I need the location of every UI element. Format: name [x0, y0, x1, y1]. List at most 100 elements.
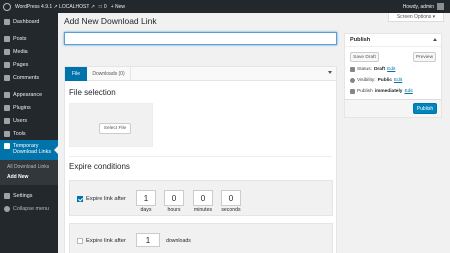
sidebar-item-posts[interactable]: Posts — [0, 32, 58, 45]
sidebar-item-label: Dashboard — [13, 18, 40, 25]
settings-icon — [4, 192, 10, 199]
sidebar-item-media[interactable]: Media — [0, 45, 58, 58]
site-name-link[interactable]: WordPress 4.9.1 ↗ LOCALHOST ↗ — [15, 4, 95, 10]
minutes-input[interactable]: 0 — [193, 190, 213, 206]
screen-options-label: Screen Options ▾ — [396, 14, 436, 20]
eye-icon — [350, 78, 355, 83]
chevron-up-icon[interactable] — [433, 38, 437, 41]
sidebar-item-label: Users — [13, 117, 28, 124]
plug-icon — [4, 104, 10, 111]
sidebar-item-label: Settings — [13, 192, 33, 199]
screen-options-button[interactable]: Screen Options ▾ — [388, 13, 444, 22]
sidebar-submenu: All Download Links Add New — [0, 160, 58, 185]
collapse-icon — [4, 205, 10, 212]
status-label: Status: — [357, 67, 372, 72]
comments-link[interactable]: □ 0 — [99, 4, 107, 10]
media-icon — [4, 48, 10, 55]
publish-time-label: Publish — [357, 89, 373, 94]
publish-time-line: Publish immediately Edit — [350, 89, 413, 94]
comment-bubble-icon: □ — [98, 3, 102, 10]
wrench-icon — [4, 130, 10, 137]
new-label: + New — [110, 3, 126, 10]
minutes-unit: minutes — [193, 207, 213, 213]
user-icon — [4, 117, 10, 124]
seconds-unit: seconds — [221, 207, 241, 213]
visibility-label: Visibility: — [357, 78, 376, 83]
download-link-panel: File Downloads (0) File selection Select… — [64, 66, 337, 253]
expire-time-row: Expire link after 1 0 0 0 days hours min… — [69, 180, 333, 216]
status-value: Draft — [373, 67, 386, 72]
publish-box-header[interactable]: Publish — [345, 34, 441, 47]
admin-sidebar: Dashboard Posts Media Pages Comments App… — [0, 13, 58, 253]
dashboard-icon — [4, 18, 10, 25]
tab-file[interactable]: File — [65, 67, 87, 81]
publish-time-value: immediately — [374, 89, 403, 94]
sidebar-item-label: Appearance — [13, 91, 43, 98]
hours-input[interactable]: 0 — [164, 190, 184, 206]
submenu-add-new[interactable]: Add New — [0, 172, 58, 182]
admin-bar: WordPress 4.9.1 ↗ LOCALHOST ↗ □ 0 + New … — [0, 0, 450, 13]
comments-count: 0 — [103, 3, 107, 10]
brush-icon — [4, 91, 10, 98]
preview-button[interactable]: Preview — [413, 52, 436, 62]
visibility-line: Visibility: Public Edit — [350, 78, 402, 83]
divider — [69, 156, 332, 157]
submenu-all-download-links[interactable]: All Download Links — [0, 162, 58, 172]
days-unit: days — [140, 207, 152, 213]
sidebar-item-tools[interactable]: Tools — [0, 127, 58, 140]
expire-conditions-heading: Expire conditions — [69, 162, 130, 171]
downloads-count-input[interactable]: 1 — [136, 233, 160, 247]
days-input[interactable]: 1 — [136, 190, 156, 206]
site-name-label: WordPress 4.9.1 ↗ LOCALHOST ↗ — [15, 3, 95, 10]
edit-status-link[interactable]: Edit — [387, 67, 395, 72]
account-menu[interactable]: Howdy, admin — [403, 0, 444, 13]
comment-icon — [4, 74, 10, 81]
expire-time-checkbox[interactable] — [77, 196, 83, 202]
pin-icon — [350, 67, 355, 72]
tab-downloads[interactable]: Downloads (0) — [87, 67, 131, 81]
sidebar-item-pages[interactable]: Pages — [0, 58, 58, 71]
file-selection-heading: File selection — [69, 88, 116, 97]
sidebar-item-label: Plugins — [13, 104, 31, 111]
edit-publish-time-link[interactable]: Edit — [404, 89, 412, 94]
edit-visibility-link[interactable]: Edit — [394, 78, 402, 83]
sidebar-item-label: Pages — [13, 61, 29, 68]
sidebar-item-label: Temporary Download Links — [13, 143, 52, 155]
page-title: Add New Download Link — [64, 16, 157, 26]
wordpress-logo-icon[interactable] — [3, 2, 11, 11]
expire-downloads-checkbox[interactable] — [77, 238, 83, 244]
file-drop-area: Select File — [69, 103, 153, 147]
save-draft-button[interactable]: Save Draft — [350, 52, 379, 62]
publish-box-title: Publish — [350, 37, 371, 43]
panel-collapse-icon[interactable] — [328, 71, 332, 74]
page-icon — [4, 61, 10, 68]
expire-downloads-label: Expire link after — [86, 238, 126, 244]
downloads-unit: downloads — [166, 238, 191, 244]
sidebar-item-settings[interactable]: Settings — [0, 189, 58, 202]
expire-time-label: Expire link after — [86, 196, 126, 202]
sidebar-item-plugins[interactable]: Plugins — [0, 101, 58, 114]
publish-box: Publish Save Draft Preview Status: Draft… — [344, 33, 442, 118]
howdy-label: Howdy, admin — [402, 3, 434, 10]
sidebar-item-label: Media — [13, 48, 28, 55]
sidebar-item-users[interactable]: Users — [0, 114, 58, 127]
seconds-input[interactable]: 0 — [221, 190, 241, 206]
sidebar-item-label: Comments — [13, 74, 40, 81]
status-line: Status: Draft Edit — [350, 67, 395, 72]
sidebar-item-temporary-download-links[interactable]: Temporary Download Links — [0, 140, 58, 160]
new-content-link[interactable]: + New — [111, 4, 125, 10]
publish-button[interactable]: Publish — [413, 103, 437, 114]
tab-bar: File Downloads (0) — [65, 67, 336, 81]
sidebar-item-label: Tools — [13, 130, 26, 137]
pin-icon — [4, 35, 10, 42]
sidebar-item-comments[interactable]: Comments — [0, 71, 58, 84]
sidebar-item-appearance[interactable]: Appearance — [0, 88, 58, 101]
expire-downloads-row: Expire link after 1 downloads — [69, 223, 333, 253]
sidebar-item-dashboard[interactable]: Dashboard — [0, 15, 58, 28]
visibility-value: Public — [377, 78, 392, 83]
select-file-button[interactable]: Select File — [99, 123, 131, 134]
title-input[interactable] — [64, 32, 337, 45]
avatar — [437, 3, 444, 10]
sidebar-item-label: Posts — [13, 35, 27, 42]
collapse-menu-button[interactable]: Collapse menu — [0, 202, 58, 215]
